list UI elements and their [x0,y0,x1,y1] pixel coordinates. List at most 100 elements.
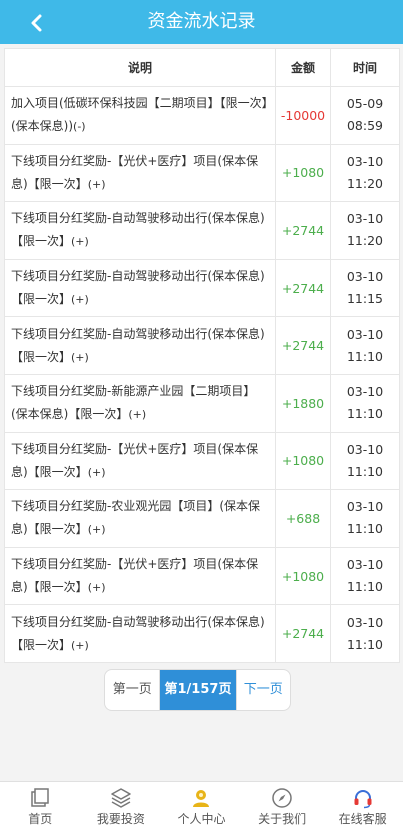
transaction-date: 03-10 [346,384,384,400]
tab-profile-label: 个人中心 [177,812,226,826]
transaction-clock-time: 08:59 [346,118,384,134]
tab-about[interactable]: 关于我们 [242,782,323,828]
compass-icon [271,787,293,809]
transaction-date: 03-10 [346,269,384,285]
table-row: 下线项目分红奖励-自动驾驶移动出行(保本保息)【限一次】(+) +2744 03-1… [4,258,400,318]
transaction-amount: +2744 [275,316,331,375]
transaction-description-cell: 下线项目分红奖励-【光伏+医疗】项目(保本保息)【限一次】(+) [4,431,276,491]
transaction-direction-tag: (+) [71,350,89,364]
transaction-amount: +2744 [275,604,331,663]
transaction-date: 03-10 [346,441,384,457]
transaction-date: 03-10 [346,557,384,573]
transaction-direction-tag: (+) [71,638,89,652]
page-title: 资金流水记录 [147,11,256,32]
bottom-tab-bar: 首页 我要投资 个人中心 关于我们 在线客服 [0,781,403,828]
first-page-button[interactable]: 第一页 [105,670,161,710]
tab-profile[interactable]: 个人中心 [161,782,242,828]
table-row: 下线项目分红奖励-自动驾驶移动出行(保本保息)【限一次】(+) +2744 03-1… [4,201,400,260]
column-header-description: 说明 [4,48,276,87]
transaction-table: 说明 金额 时间 加入项目(低碳环保科技园【二期项目】【限一次】(保本保息))(… [4,48,400,663]
transaction-description-cell: 下线项目分红奖励-【光伏+医疗】项目(保本保息)【限一次】(+) [4,143,276,203]
transaction-time-cell: 03-10 11:20 [330,201,400,260]
transaction-description: 下线项目分红奖励-农业观光园【项目】(保本保息)【限一次】 [11,499,261,537]
transaction-clock-time: 11:10 [346,348,384,364]
transaction-clock-time: 11:15 [346,291,384,307]
table-row: 下线项目分红奖励-【光伏+医疗】项目(保本保息)【限一次】(+) +1080 03-… [4,431,400,491]
top-bar: 资金流水记录 [0,0,403,44]
transaction-clock-time: 11:10 [346,579,384,595]
transaction-description: 下线项目分红奖励-【光伏+医疗】项目(保本保息)【限一次】 [11,441,259,479]
transaction-description-cell: 下线项目分红奖励-农业观光园【项目】(保本保息)【限一次】(+) [4,489,276,548]
transaction-description: 下线项目分红奖励-自动驾驶移动出行(保本保息)【限一次】 [11,326,265,364]
home-icon [29,787,51,809]
transaction-date: 05-09 [346,96,384,112]
transaction-time-cell: 03-10 11:10 [330,489,400,548]
tab-service[interactable]: 在线客服 [322,782,403,828]
transaction-date: 03-10 [346,614,384,630]
transaction-amount: +1080 [275,431,331,491]
table-row: 下线项目分红奖励-【光伏+医疗】项目(保本保息)【限一次】(+) +1080 03-… [4,143,400,203]
transaction-direction-tag: (+) [87,177,106,191]
transaction-clock-time: 11:10 [346,521,384,537]
transaction-description: 加入项目(低碳环保科技园【二期项目】【限一次】(保本保息)) [11,96,268,134]
headset-icon [352,787,374,809]
transaction-date: 03-10 [346,153,384,169]
transaction-table-container: 说明 金额 时间 加入项目(低碳环保科技园【二期项目】【限一次】(保本保息))(… [4,48,400,663]
table-header-row: 说明 金额 时间 [4,48,400,87]
transaction-description-cell: 下线项目分红奖励-自动驾驶移动出行(保本保息)【限一次】(+) [4,258,276,318]
current-page-indicator[interactable]: 第1/157页 [160,670,236,710]
transaction-description: 下线项目分红奖励-自动驾驶移动出行(保本保息)【限一次】 [11,211,265,249]
user-icon [190,787,212,809]
transaction-direction-tag: (+) [71,293,89,307]
transaction-time-cell: 03-10 11:10 [330,431,400,491]
transaction-amount: +1080 [275,143,331,203]
transaction-description-cell: 下线项目分红奖励-自动驾驶移动出行(保本保息)【限一次】(+) [4,201,276,260]
transaction-description: 下线项目分红奖励-【光伏+医疗】项目(保本保息)【限一次】 [11,557,259,595]
transaction-amount: +1880 [275,373,331,433]
transaction-amount: +1080 [275,546,331,606]
column-header-amount: 金额 [275,48,331,87]
transaction-description-cell: 加入项目(低碳环保科技园【二期项目】【限一次】(保本保息))(-) [4,86,276,145]
transaction-time-cell: 03-10 11:10 [330,373,400,433]
table-row: 下线项目分红奖励-农业观光园【项目】(保本保息)【限一次】(+) +688 03-1… [4,489,400,548]
table-row: 下线项目分红奖励-【光伏+医疗】项目(保本保息)【限一次】(+) +1080 03-… [4,546,400,606]
column-header-time: 时间 [330,48,400,87]
transaction-direction-tag: (+) [87,581,106,595]
transaction-description: 下线项目分红奖励-自动驾驶移动出行(保本保息)【限一次】 [11,614,265,652]
table-row: 下线项目分红奖励-自动驾驶移动出行(保本保息)【限一次】(+) +2744 03-1… [4,316,400,375]
tab-invest-label: 我要投资 [96,812,145,826]
transaction-description: 下线项目分红奖励-自动驾驶移动出行(保本保息)【限一次】 [11,269,265,307]
tab-invest[interactable]: 我要投资 [81,782,162,828]
transaction-clock-time: 11:20 [346,233,384,249]
transaction-clock-time: 11:10 [346,406,384,422]
transaction-amount: -10000 [275,86,331,145]
transaction-direction-tag: (+) [87,465,106,479]
transaction-description-cell: 下线项目分红奖励-自动驾驶移动出行(保本保息)【限一次】(+) [4,604,276,663]
transaction-clock-time: 11:10 [346,636,384,652]
transaction-direction-tag: (+) [87,523,106,537]
transaction-amount: +688 [275,489,331,548]
transaction-date: 03-10 [346,326,384,342]
transaction-clock-time: 11:20 [346,175,384,191]
transaction-date: 03-10 [346,211,384,227]
transaction-direction-tag: (+) [128,408,147,422]
transaction-description-cell: 下线项目分红奖励-新能源产业园【二期项目】(保本保息)【限一次】(+) [4,373,276,433]
transaction-time-cell: 03-10 11:10 [330,546,400,606]
transaction-clock-time: 11:10 [346,463,384,479]
transaction-direction-tag: (-) [73,120,86,134]
transaction-time-cell: 03-10 11:20 [330,143,400,203]
layers-icon [110,787,132,809]
transaction-date: 03-10 [346,499,384,515]
tab-home[interactable]: 首页 [0,782,81,828]
tab-home-label: 首页 [28,812,53,826]
next-page-button[interactable]: 下一页 [235,670,290,710]
pagination: 第一页 第1/157页 下一页 [104,669,291,711]
transaction-description-cell: 下线项目分红奖励-【光伏+医疗】项目(保本保息)【限一次】(+) [4,546,276,606]
transaction-amount: +2744 [275,201,331,260]
table-row: 下线项目分红奖励-新能源产业园【二期项目】(保本保息)【限一次】(+) +1880… [4,373,400,433]
tab-service-label: 在线客服 [338,812,387,826]
transaction-time-cell: 03-10 11:10 [330,316,400,375]
table-row: 下线项目分红奖励-自动驾驶移动出行(保本保息)【限一次】(+) +2744 03-1… [4,604,400,663]
transaction-description-cell: 下线项目分红奖励-自动驾驶移动出行(保本保息)【限一次】(+) [4,316,276,375]
transaction-time-cell: 03-10 11:15 [330,258,400,318]
